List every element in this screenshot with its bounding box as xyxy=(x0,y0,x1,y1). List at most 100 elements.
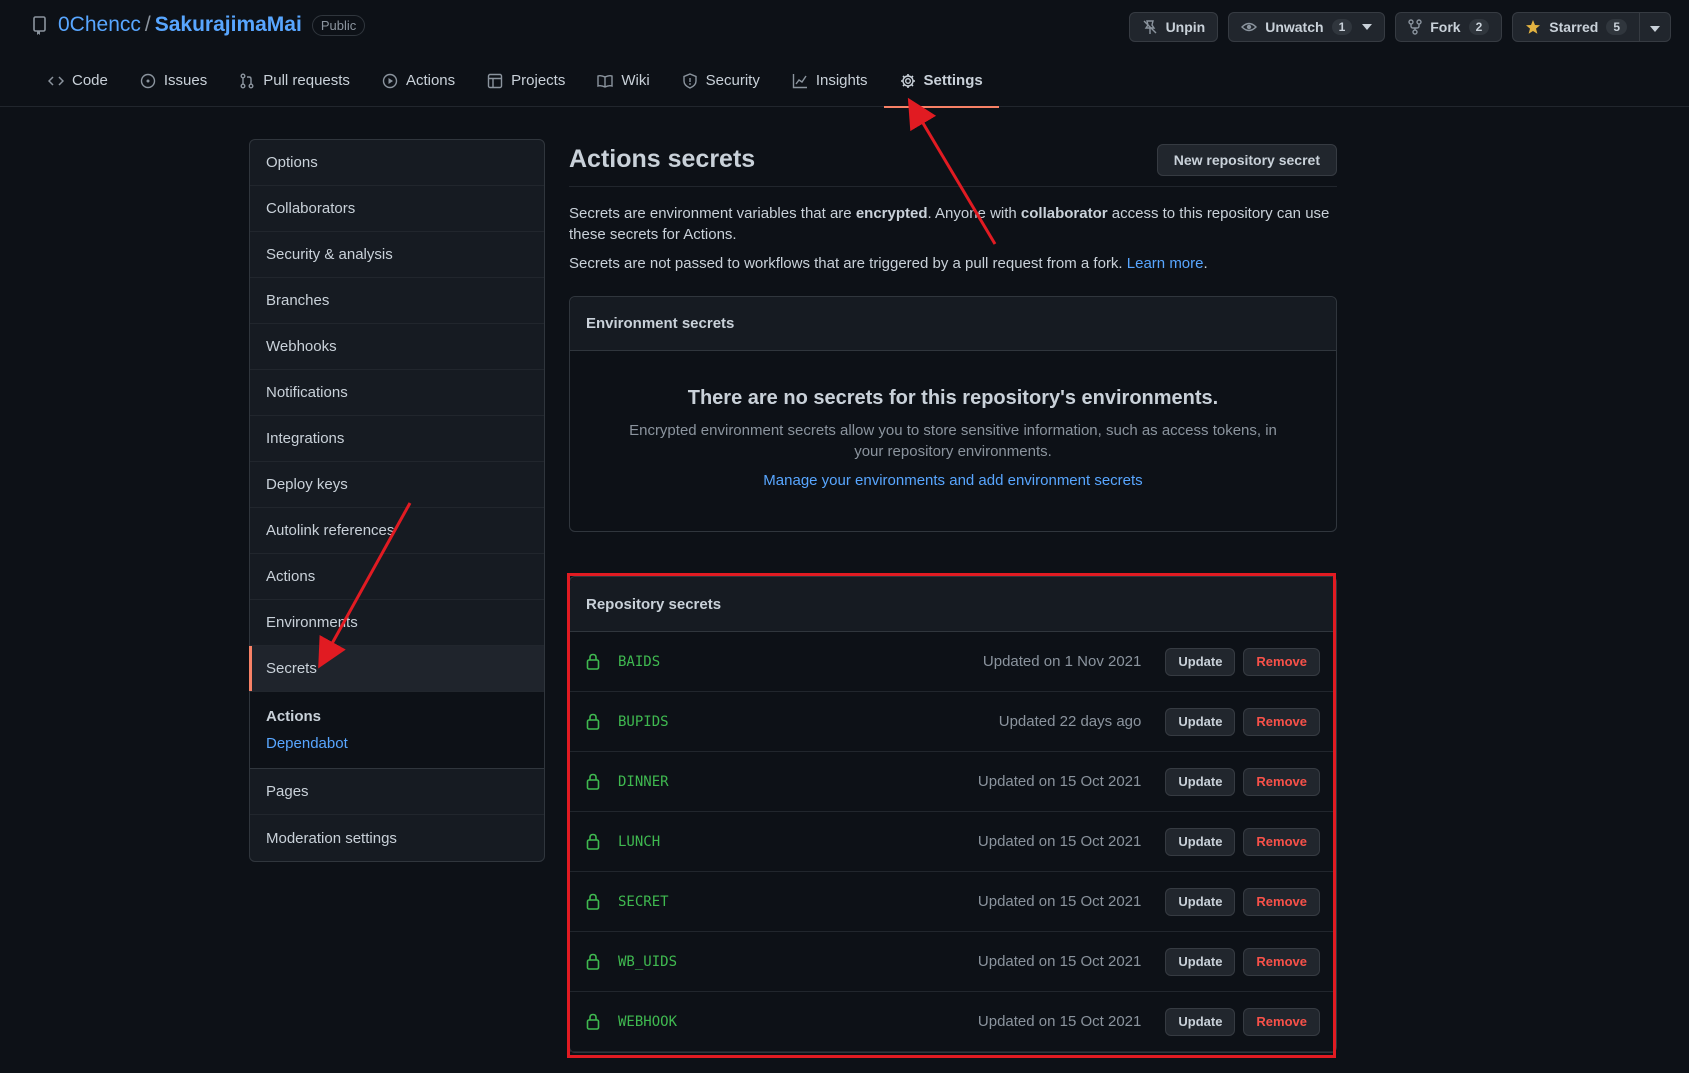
lock-icon xyxy=(586,773,602,790)
sidebar-item-pages[interactable]: Pages xyxy=(250,769,544,815)
sidebar-item-collaborators[interactable]: Collaborators xyxy=(250,186,544,232)
tab-label: Security xyxy=(705,72,760,89)
update-secret-button[interactable]: Update xyxy=(1165,767,1236,796)
update-secret-button[interactable]: Update xyxy=(1165,647,1236,676)
unpin-button[interactable]: Unpin xyxy=(1128,12,1219,42)
star-filled-icon xyxy=(1525,19,1541,35)
secret-list: BAIDS Updated on 1 Nov 2021 Update Remove BU… xyxy=(570,632,1336,1052)
tab-actions[interactable]: Actions xyxy=(366,62,471,107)
tab-label: Wiki xyxy=(621,72,650,89)
update-secret-button[interactable]: Update xyxy=(1165,1007,1236,1036)
sidebar-item-actions[interactable]: Actions xyxy=(250,554,544,600)
secret-row: LUNCH Updated on 15 Oct 2021 Update Remove xyxy=(570,812,1336,872)
secret-row: BAIDS Updated on 1 Nov 2021 Update Remove xyxy=(570,632,1336,692)
secret-name: WEBHOOK xyxy=(618,1013,678,1030)
unpin-label: Unpin xyxy=(1165,19,1206,35)
repo-icon xyxy=(32,15,48,35)
blankslate-text: Encrypted environment secrets allow you … xyxy=(629,422,1277,460)
tab-projects[interactable]: Projects xyxy=(471,62,581,107)
sidebar-item-secrets[interactable]: Secrets xyxy=(249,646,544,692)
desc-bold-encrypted: encrypted xyxy=(855,205,928,222)
secret-updated: Updated on 15 Oct 2021 xyxy=(977,833,1142,850)
gear-icon xyxy=(900,73,916,89)
sidebar-item-security-analysis[interactable]: Security & analysis xyxy=(250,232,544,278)
remove-secret-button[interactable]: Remove xyxy=(1243,947,1320,976)
lock-icon xyxy=(586,953,602,970)
lock-icon xyxy=(586,713,602,730)
tab-label: Actions xyxy=(405,72,456,89)
sidebar-item-environments[interactable]: Environments xyxy=(250,600,544,646)
tab-code[interactable]: Code xyxy=(32,62,124,107)
learn-more-link[interactable]: Learn more xyxy=(1127,255,1204,272)
secret-name: WB_UIDS xyxy=(618,953,678,970)
tab-label: Code xyxy=(72,72,108,89)
starred-split-button: Starred 5 xyxy=(1512,12,1671,42)
secret-name: BAIDS xyxy=(618,653,661,670)
tab-insights[interactable]: Insights xyxy=(776,62,884,107)
repo-owner-link[interactable]: 0Chencc xyxy=(58,13,141,37)
sidebar-item-deploy-keys[interactable]: Deploy keys xyxy=(250,462,544,508)
tab-pull-requests[interactable]: Pull requests xyxy=(223,62,366,107)
new-repository-secret-button[interactable]: New repository secret xyxy=(1156,144,1337,176)
sidebar-item-options[interactable]: Options xyxy=(250,140,544,186)
secret-updated: Updated 22 days ago xyxy=(998,713,1142,730)
secret-name: BUPIDS xyxy=(618,713,669,730)
starred-button[interactable]: Starred 5 xyxy=(1512,12,1640,42)
remove-secret-button[interactable]: Remove xyxy=(1243,647,1320,676)
remove-secret-button[interactable]: Remove xyxy=(1243,827,1320,856)
update-secret-button[interactable]: Update xyxy=(1165,707,1236,736)
sidebar-secrets-subnav: Actions Dependabot xyxy=(250,692,544,769)
environment-secrets-blankslate: There are no secrets for this repository… xyxy=(570,351,1336,489)
sidebar-subitem-actions[interactable]: Actions xyxy=(266,708,528,725)
manage-environments-link[interactable]: Manage your environments and add environ… xyxy=(763,472,1142,489)
sidebar-item-autolink-references[interactable]: Autolink references xyxy=(250,508,544,554)
remove-secret-button[interactable]: Remove xyxy=(1243,767,1320,796)
secret-row: WEBHOOK Updated on 15 Oct 2021 Update Remov… xyxy=(570,992,1336,1052)
pull-request-icon xyxy=(239,73,255,89)
lock-icon xyxy=(586,833,602,850)
table-icon xyxy=(487,73,503,89)
sidebar-item-integrations[interactable]: Integrations xyxy=(250,416,544,462)
secret-row: SECRET Updated on 15 Oct 2021 Update Remove xyxy=(570,872,1336,932)
secret-updated: Updated on 1 Nov 2021 xyxy=(982,653,1142,670)
repo-name-link[interactable]: SakurajimaMai xyxy=(155,13,302,37)
sidebar-item-moderation-settings[interactable]: Moderation settings xyxy=(250,815,544,861)
secret-updated: Updated on 15 Oct 2021 xyxy=(977,773,1142,790)
starred-dropdown-button[interactable] xyxy=(1640,12,1671,42)
secret-row: DINNER Updated on 15 Oct 2021 Update Remove xyxy=(570,752,1336,812)
book-icon xyxy=(597,73,614,89)
sidebar-item-webhooks[interactable]: Webhooks xyxy=(250,324,544,370)
fork-label: Fork xyxy=(1430,19,1461,35)
tab-label: Pull requests xyxy=(263,72,350,89)
settings-sidebar: Options Collaborators Security & analysi… xyxy=(249,139,545,862)
tab-label: Insights xyxy=(815,72,868,89)
page-title: Actions secrets xyxy=(569,145,756,173)
tab-settings[interactable]: Settings xyxy=(883,62,999,108)
repository-secrets-heading: Repository secrets xyxy=(570,577,1336,632)
unwatch-button[interactable]: Unwatch 1 xyxy=(1228,12,1386,42)
secrets-description: Secrets are environment variables that a… xyxy=(569,203,1337,245)
fork-button[interactable]: Fork 2 xyxy=(1395,12,1503,42)
lock-icon xyxy=(586,893,602,910)
tab-issues[interactable]: Issues xyxy=(124,62,223,107)
sidebar-item-branches[interactable]: Branches xyxy=(250,278,544,324)
shield-icon xyxy=(682,73,698,89)
update-secret-button[interactable]: Update xyxy=(1165,827,1236,856)
tab-label: Projects xyxy=(511,72,566,89)
sidebar-item-notifications[interactable]: Notifications xyxy=(250,370,544,416)
graph-icon xyxy=(792,73,808,89)
update-secret-button[interactable]: Update xyxy=(1165,947,1236,976)
tab-wiki[interactable]: Wiki xyxy=(581,62,665,107)
update-secret-button[interactable]: Update xyxy=(1165,887,1236,916)
secret-updated: Updated on 15 Oct 2021 xyxy=(977,953,1142,970)
fork-note-text: Secrets are not passed to workflows that… xyxy=(569,255,1127,272)
chevron-down-icon xyxy=(1650,19,1660,35)
remove-secret-button[interactable]: Remove xyxy=(1243,887,1320,916)
blankslate-title: There are no secrets for this repository… xyxy=(687,387,1219,409)
page-header: Actions secrets New repository secret xyxy=(569,139,1337,187)
sidebar-subitem-dependabot[interactable]: Dependabot xyxy=(266,735,528,758)
remove-secret-button[interactable]: Remove xyxy=(1243,1007,1320,1036)
tab-security[interactable]: Security xyxy=(666,62,776,107)
page: 0Chencc / SakurajimaMai Public Unpin Unw… xyxy=(0,0,1689,1073)
remove-secret-button[interactable]: Remove xyxy=(1243,707,1320,736)
